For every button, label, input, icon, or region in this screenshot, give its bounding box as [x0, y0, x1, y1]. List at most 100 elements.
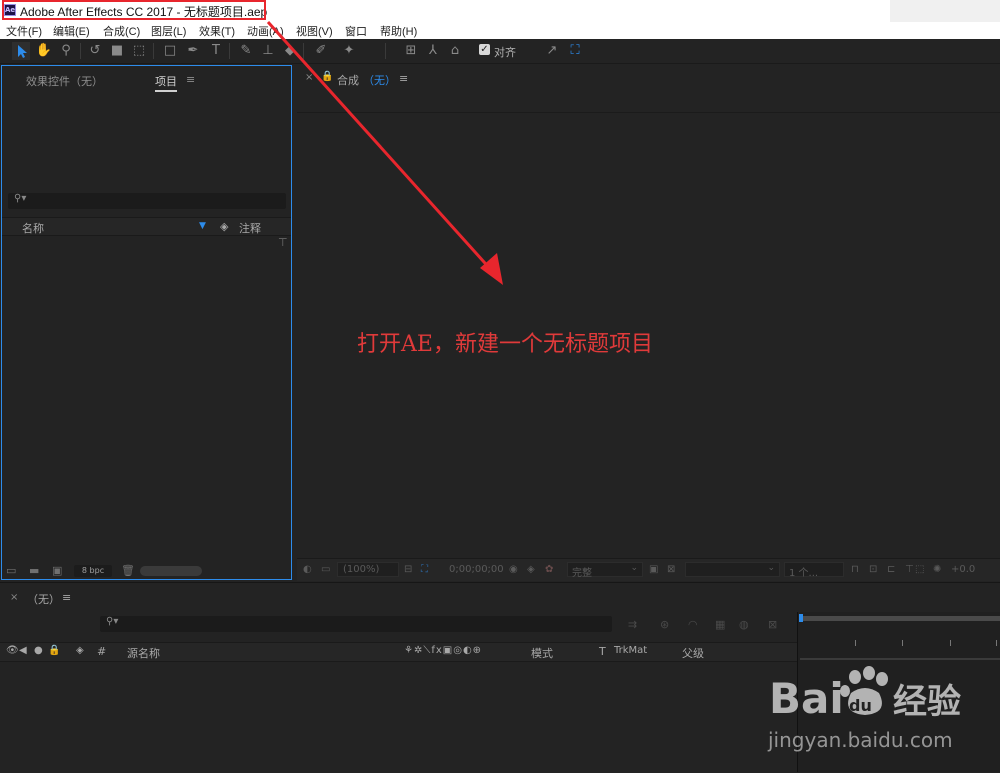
rotate-tool-icon[interactable]: ↺: [86, 42, 104, 60]
work-area-bar[interactable]: [800, 658, 1000, 660]
hand-tool-icon[interactable]: ✋: [35, 42, 53, 60]
grid-icon[interactable]: ⊟: [404, 564, 412, 575]
exposure-icon[interactable]: ✺: [933, 564, 941, 575]
column-preserve-transparency[interactable]: T: [599, 645, 606, 658]
region-of-interest-icon[interactable]: ⛶: [421, 564, 428, 575]
svg-text:经验: 经验: [893, 682, 961, 722]
view-axis-icon[interactable]: ⌂: [446, 42, 464, 60]
audio-icon[interactable]: ◀: [19, 645, 27, 656]
lock-icon[interactable]: 🔒: [321, 71, 333, 82]
toggle-pixel-aspect-icon[interactable]: ⊓: [851, 564, 859, 575]
close-icon[interactable]: ×: [10, 592, 18, 603]
motion-blur-icon[interactable]: ◍: [739, 618, 749, 631]
selection-tool-icon[interactable]: [12, 42, 30, 60]
interpret-footage-icon[interactable]: ▭: [6, 564, 16, 577]
column-number[interactable]: #: [97, 645, 106, 658]
tab-effect-controls[interactable]: 效果控件（无）: [26, 73, 103, 89]
monitor-icon[interactable]: ▭: [321, 564, 330, 575]
menu-edit[interactable]: 编辑(E): [53, 23, 90, 39]
video-eye-icon[interactable]: 👁: [6, 645, 19, 656]
time-ruler-tick: [996, 640, 997, 646]
brush-tool-icon[interactable]: ✎: [237, 42, 255, 60]
solo-icon[interactable]: ●: [34, 645, 43, 656]
close-icon[interactable]: ×: [305, 72, 313, 83]
zoom-tool-icon[interactable]: ⚲: [57, 42, 75, 60]
zoom-value: (100%): [343, 564, 380, 575]
render-icon[interactable]: ⊡: [869, 564, 877, 575]
project-search-input[interactable]: ⚲▾: [8, 193, 286, 209]
flowchart-icon[interactable]: ⊤: [278, 236, 288, 249]
menu-help[interactable]: 帮助(H): [380, 23, 417, 39]
active-camera-dropdown[interactable]: ⌄: [685, 562, 780, 577]
camera-tool-icon[interactable]: ■: [108, 42, 126, 60]
fast-previews-icon[interactable]: ▣: [649, 564, 658, 575]
type-tool-icon[interactable]: T: [207, 42, 225, 60]
clone-stamp-tool-icon[interactable]: ⊥: [259, 42, 277, 60]
column-name[interactable]: 名称: [22, 220, 44, 236]
snap-checkbox[interactable]: ✓: [479, 44, 490, 55]
menu-animation[interactable]: 动画(A): [247, 23, 284, 39]
menu-file[interactable]: 文件(F): [6, 23, 42, 39]
color-depth-button[interactable]: 8 bpc: [74, 565, 112, 577]
color-channels-icon[interactable]: ✿: [545, 564, 553, 575]
panel-menu-icon[interactable]: ≡: [62, 591, 71, 604]
always-preview-icon[interactable]: ◐: [303, 564, 312, 575]
column-source-name[interactable]: 源名称: [127, 645, 160, 661]
snap-grid-icon[interactable]: ⛶: [566, 42, 584, 60]
column-track-matte[interactable]: TrkMat: [614, 645, 647, 656]
views-dropdown[interactable]: 1 个...: [784, 562, 844, 579]
menu-view[interactable]: 视图(V): [296, 23, 333, 39]
label-tag-icon[interactable]: ◈: [76, 645, 84, 656]
timecode[interactable]: 0;00;00;00: [449, 564, 504, 575]
new-folder-icon[interactable]: ▬: [29, 564, 39, 577]
tab-project[interactable]: 项目: [155, 73, 177, 92]
transparency-grid-icon[interactable]: ⊠: [667, 564, 675, 575]
frame-blending-icon[interactable]: ▦: [715, 618, 725, 631]
composition-controls-bar: ◐ ▭ (100%) ⊟ ⛶ 0;00;00;00 ◉ ◈ ✿ 完整 ⌄ ▣ ⊠…: [297, 558, 1000, 581]
menu-layer[interactable]: 图层(L): [151, 23, 186, 39]
label-tag-icon[interactable]: ◈: [220, 220, 228, 233]
pan-behind-tool-icon[interactable]: ⬚: [130, 42, 148, 60]
exposure-value[interactable]: +0.0: [951, 564, 975, 575]
new-composition-icon[interactable]: ▣: [52, 564, 62, 577]
snap-feather-icon[interactable]: ↗: [543, 42, 561, 60]
snapshot-icon[interactable]: ◉: [509, 564, 518, 575]
menu-effect[interactable]: 效果(T): [199, 23, 235, 39]
timeline-icon[interactable]: ⊏: [887, 564, 895, 575]
timeline-search-input[interactable]: ⚲▾: [100, 616, 612, 632]
comp-mini-flowchart-icon[interactable]: ⇉: [628, 618, 637, 631]
graph-editor-icon[interactable]: ⊠: [768, 618, 777, 631]
resolution-dropdown[interactable]: 完整 ⌄: [567, 562, 643, 579]
menu-window[interactable]: 窗口: [345, 23, 367, 39]
world-axis-icon[interactable]: ⅄: [424, 42, 442, 60]
toolbar-divider: [303, 43, 304, 59]
rectangle-tool-icon[interactable]: □: [161, 42, 179, 60]
reset-exposure-icon[interactable]: ⬚: [915, 564, 924, 575]
timeline-tab[interactable]: （无）: [27, 591, 60, 607]
composition-name[interactable]: （无）: [363, 72, 396, 88]
tab-composition[interactable]: 合成: [337, 72, 359, 88]
lock-icon[interactable]: 🔒: [48, 645, 60, 656]
shy-layers-icon[interactable]: ◠: [688, 618, 698, 631]
puppet-pin-tool-icon[interactable]: ✦: [340, 42, 358, 60]
horizontal-scrollbar[interactable]: [140, 566, 202, 576]
roto-brush-tool-icon[interactable]: ✐: [312, 42, 330, 60]
trash-icon[interactable]: 🗑: [121, 564, 135, 577]
flowchart-icon[interactable]: ⊤: [905, 564, 914, 575]
show-snapshot-icon[interactable]: ◈: [527, 564, 535, 575]
magnification-dropdown[interactable]: (100%): [337, 562, 399, 577]
eraser-tool-icon[interactable]: ◆: [281, 42, 299, 60]
sort-arrow-icon[interactable]: ▼: [199, 221, 206, 231]
pen-tool-icon[interactable]: ✒: [184, 42, 202, 60]
column-parent[interactable]: 父级: [682, 645, 704, 661]
time-navigator-bar[interactable]: [799, 616, 1000, 621]
time-navigator-start-handle[interactable]: [799, 614, 803, 622]
panel-menu-icon[interactable]: ≡: [399, 72, 408, 85]
local-axis-icon[interactable]: ⊞: [402, 42, 420, 60]
column-comment[interactable]: 注释: [239, 220, 261, 236]
layer-switches-icons[interactable]: ⚘✲⟍fx▣◎◐⊕: [404, 645, 482, 656]
draft-3d-icon[interactable]: ⊛: [660, 618, 669, 631]
column-mode[interactable]: 模式: [531, 645, 553, 661]
panel-menu-icon[interactable]: ≡: [186, 73, 195, 86]
menu-composition[interactable]: 合成(C): [103, 23, 140, 39]
